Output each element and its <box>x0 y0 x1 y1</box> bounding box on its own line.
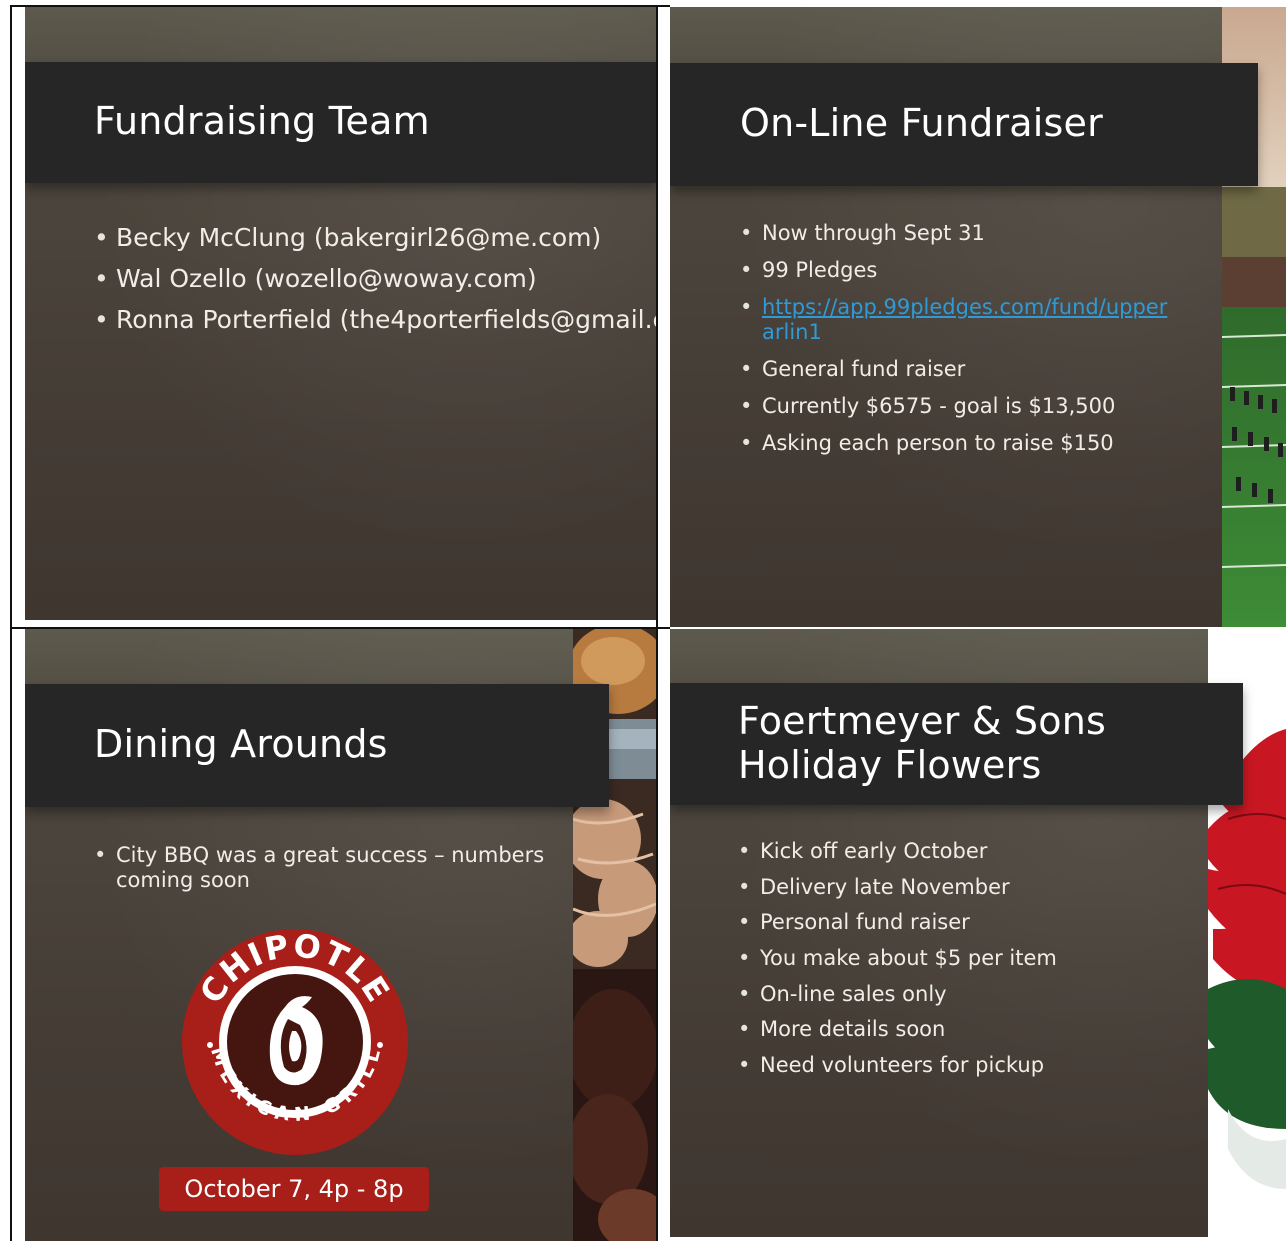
bullet-item: 99 Pledges <box>740 258 1167 283</box>
bullet-item: Kick off early October <box>738 839 1057 864</box>
slide-title-bar: Fundraising Team <box>25 62 656 183</box>
pledge-link[interactable]: https://app.99pledges.com/fund/upper arl… <box>762 295 1167 345</box>
table-border-left <box>10 5 12 1241</box>
slide-title-line2: Holiday Flowers <box>738 743 1042 787</box>
slide-holiday-flowers: Foertmeyer & Sons Holiday Flowers Kick o… <box>670 629 1286 1237</box>
table-border-middle <box>656 5 658 1241</box>
table-border-row <box>10 627 670 629</box>
bullet-list: Becky McClung (bakergirl26@me.com) Wal O… <box>94 217 656 340</box>
slide-title-line1: Foertmeyer & Sons <box>738 699 1106 743</box>
bullet-list: Kick off early October Delivery late Nov… <box>738 839 1057 1078</box>
bullet-item: You make about $5 per item <box>738 946 1057 971</box>
bullet-item: General fund raiser <box>740 357 1167 382</box>
slide-fundraising-team: Fundraising Team Becky McClung (bakergir… <box>25 7 656 620</box>
table-border-top <box>10 5 670 7</box>
bullet-item: Ronna Porterfield (the4porterfields@gmai… <box>94 299 656 340</box>
slide-title-bar: Foertmeyer & Sons Holiday Flowers <box>670 683 1243 805</box>
slide-title-bar: Dining Arounds <box>25 684 609 807</box>
slide-title: Dining Arounds <box>94 722 388 766</box>
slide-title: Fundraising Team <box>94 99 430 143</box>
bullet-item: Currently $6575 - goal is $13,500 <box>740 394 1167 419</box>
bullet-item: Becky McClung (bakergirl26@me.com) <box>94 217 656 258</box>
bullet-list: City BBQ was a great success – numbers c… <box>94 843 544 893</box>
bullet-item-link: https://app.99pledges.com/fund/upper arl… <box>740 295 1167 345</box>
event-date-badge: October 7, 4p - 8p <box>159 1167 429 1211</box>
bullet-item: On-line sales only <box>738 982 1057 1007</box>
chipotle-logo: CHIPOTLE MEXICAN GRILL <box>182 927 408 1155</box>
bullet-list: Now through Sept 31 99 Pledges https://a… <box>740 221 1167 456</box>
bullet-item: Asking each person to raise $150 <box>740 431 1167 456</box>
slide-title: On-Line Fundraiser <box>740 101 1103 145</box>
bullet-item: Wal Ozello (wozello@woway.com) <box>94 258 656 299</box>
slide-title-bar: On-Line Fundraiser <box>670 63 1258 186</box>
bullet-item: More details soon <box>738 1017 1057 1042</box>
bullet-item: Now through Sept 31 <box>740 221 1167 246</box>
bullet-item: Personal fund raiser <box>738 910 1057 935</box>
bullet-item: City BBQ was a great success – numbers c… <box>94 843 544 893</box>
bullet-item: Delivery late November <box>738 875 1057 900</box>
bullet-item: Need volunteers for pickup <box>738 1053 1057 1078</box>
slide-online-fundraiser: On-Line Fundraiser Now through Sept 31 9… <box>670 7 1286 627</box>
document-page: Fundraising Team Becky McClung (bakergir… <box>0 0 1286 1241</box>
slide-dining-arounds: Dining Arounds City BBQ was a great succ… <box>25 629 656 1241</box>
